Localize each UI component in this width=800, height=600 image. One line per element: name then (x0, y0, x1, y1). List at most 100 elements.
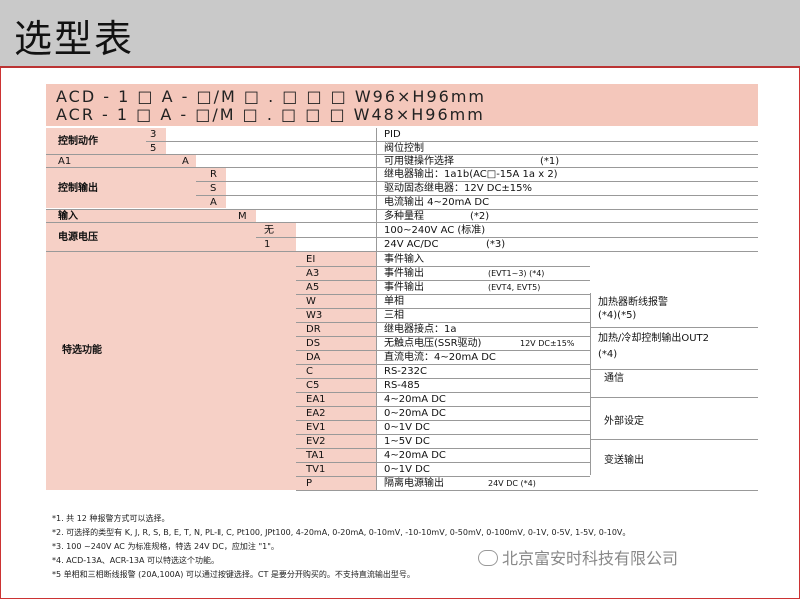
footnote: *1. 共 12 种报警方式可以选择。 (52, 514, 170, 523)
rule (296, 364, 590, 365)
extra-cell: (EVT4, EVT5) (488, 283, 541, 292)
desc-cell: 电流输出 4~20mA DC (384, 197, 490, 208)
model-row-acr: ACR - 1 □ A - □/M □ . □ □ □ W48×H96mm (56, 105, 485, 124)
code-cell: EV2 (306, 436, 326, 447)
group-divider (590, 293, 591, 475)
desc-cell: 可用键操作选择 (384, 156, 454, 167)
code-cell: A (210, 197, 217, 208)
code-cell: EA1 (306, 394, 326, 405)
code-cell: W (306, 296, 316, 307)
desc-cell: 0~20mA DC (384, 408, 446, 419)
rule (296, 336, 590, 337)
code-cell: 无 (264, 225, 274, 236)
page-title: 选型表 (14, 17, 135, 61)
watermark-text: 北京富安时科技有限公司 (502, 549, 679, 568)
code-cell: R (210, 169, 217, 180)
desc-cell: 隔离电源输出 (384, 478, 444, 489)
rule (296, 378, 590, 379)
rule (46, 154, 758, 155)
code-cell: C5 (306, 380, 320, 391)
desc-cell: 三相 (384, 310, 404, 321)
desc-cell: 4~20mA DC (384, 394, 446, 405)
desc-cell: 事件输出 (384, 282, 424, 293)
rule (296, 350, 590, 351)
title-bar: 选型表 (0, 0, 800, 68)
rule (296, 266, 590, 267)
group-rule (590, 369, 758, 370)
model-row-acd: ACD - 1 □ A - □/M □ . □ □ □ W96×H96mm (56, 87, 486, 106)
input-label: 输入 (58, 211, 78, 222)
rule (46, 167, 758, 168)
code-cell: P (306, 478, 313, 489)
control-action-label: 控制动作 (58, 136, 98, 147)
footnote: *3. 100 ~240V AC 为标准规格，特选 24V DC，应加注 "1"… (52, 542, 279, 551)
desc-cell: 0~1V DC (384, 464, 430, 475)
footnote: *5 单相和三相断线报警 (20A,100A) 可以通过按键选择。CT 是要分开… (52, 570, 415, 579)
code-cell: EV1 (306, 422, 326, 433)
group-rule (590, 327, 758, 328)
extra-cell: (EVT1~3) (*4) (488, 269, 545, 278)
group-note: (*4) (598, 349, 618, 360)
desc-cell: 继电器输出：1a1b(AC□-15A 1a x 2) (384, 169, 558, 180)
desc-cell: 单相 (384, 296, 404, 307)
note-ref: (*2) (470, 211, 490, 222)
desc-cell: 直流电流：4~20mA DC (384, 352, 496, 363)
desc-cell: 1~5V DC (384, 436, 430, 447)
code-cell: TA1 (306, 450, 325, 461)
group-label: 变送输出 (604, 455, 644, 466)
rule (296, 280, 590, 281)
rule (46, 209, 758, 210)
code-cell: 5 (150, 143, 157, 154)
rule (296, 462, 590, 463)
extra-cell: 24V DC (*4) (488, 479, 536, 488)
desc-cell: 事件输入 (384, 254, 424, 265)
rule (296, 406, 590, 407)
code-cell: DA (306, 352, 321, 363)
code-cell: DS (306, 338, 321, 349)
rule (296, 490, 758, 491)
footnote: *4. ACD-13A、ACR-13A 可以特选这个功能。 (52, 556, 220, 565)
note-ref: (*1) (540, 156, 560, 167)
rule (256, 237, 758, 238)
rule (46, 222, 758, 223)
desc-cell: 24V AC/DC (384, 239, 439, 250)
rule (196, 195, 758, 196)
code-cell: 1 (264, 239, 271, 250)
rule (296, 434, 590, 435)
group-rule (590, 439, 758, 440)
desc-cell: 100~240V AC (标准) (384, 225, 486, 236)
rule (296, 308, 590, 309)
desc-cell: 无触点电压(SSR驱动) (384, 338, 482, 349)
code-cell: 3 (150, 129, 157, 140)
code-cell: TV1 (306, 464, 326, 475)
model-header: ACD - 1 □ A - □/M □ . □ □ □ W96×H96mm AC… (46, 84, 758, 126)
rule (296, 322, 590, 323)
special-label: 特选功能 (62, 345, 102, 356)
code-cell: S (210, 183, 217, 194)
rule (296, 476, 590, 477)
rule (296, 392, 590, 393)
group-label: 加热器断线报警 (598, 297, 668, 308)
rule (296, 420, 590, 421)
rule (146, 141, 758, 142)
code-cell: DR (306, 324, 321, 335)
desc-cell: 多种量程 (384, 211, 424, 222)
code-cell: A5 (306, 282, 320, 293)
wechat-icon (478, 550, 498, 566)
code-cell: EI (306, 254, 316, 265)
desc-cell: 4~20mA DC (384, 450, 446, 461)
desc-cell: 驱动固态继电器：12V DC±15% (384, 183, 533, 194)
power-label: 电源电压 (58, 232, 98, 243)
desc-cell: RS-232C (384, 366, 427, 377)
desc-cell: RS-485 (384, 380, 420, 391)
footnote: *2. 可选择的类型有 K, J, R, S, B, E, T, N, PL-Ⅱ… (52, 528, 631, 537)
code-cell: A3 (306, 268, 320, 279)
desc-cell: PID (384, 129, 401, 140)
desc-cell: 0~1V DC (384, 422, 430, 433)
note-ref: (*3) (486, 239, 506, 250)
rule (296, 294, 590, 295)
group-label: 外部设定 (604, 416, 644, 427)
code-cell: C (306, 366, 313, 377)
rule (296, 448, 590, 449)
column-divider (376, 128, 377, 490)
